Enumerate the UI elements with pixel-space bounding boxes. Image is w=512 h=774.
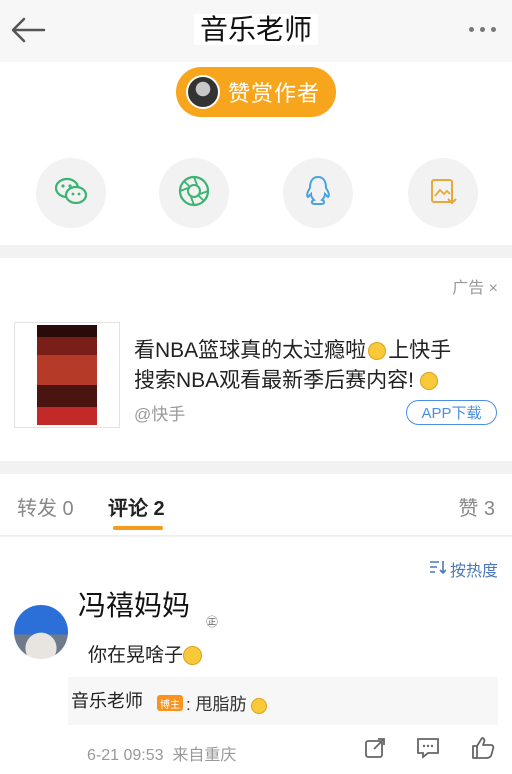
ad-text[interactable]: 看NBA篮球真的太过瘾啦 上快手 搜索NBA观看最新季后赛内容! — [134, 336, 504, 396]
ad-label[interactable]: 广告 × — [452, 274, 498, 298]
tab-likes[interactable]: 赞 3 — [458, 492, 495, 521]
ad-label-text: 广告 — [452, 280, 485, 297]
comment-location: 来自重庆 — [172, 747, 237, 764]
ad-close-icon[interactable]: × — [489, 280, 498, 297]
ad-text-line1-suffix: 上快手 — [388, 339, 452, 362]
ad-thumbnail[interactable] — [14, 322, 120, 428]
grin-emoji-icon — [251, 697, 268, 714]
save-image-icon — [428, 176, 458, 211]
author-badge: 博主 — [157, 695, 183, 711]
ad-text-line1: 看NBA篮球真的太过瘾啦 — [134, 339, 367, 362]
reply-comment-button[interactable] — [413, 735, 443, 765]
qq-icon — [303, 174, 333, 213]
top-bar: 音乐老师 — [0, 0, 512, 62]
reply-text: : 甩脂肪 — [186, 690, 268, 715]
ad-image — [37, 325, 97, 425]
save-image-button[interactable] — [408, 158, 478, 228]
reply-body: : 甩脂肪 — [186, 695, 247, 714]
page-title: 音乐老师 — [0, 8, 512, 48]
app-download-button[interactable]: APP下载 — [406, 400, 497, 425]
qq-share-button[interactable] — [283, 158, 353, 228]
comment-text: 你在晃啥子 — [88, 640, 203, 667]
ad-text-line2: 搜索NBA观看最新季后赛内容! — [134, 369, 415, 392]
comment-time: 6-21 09:53 — [87, 747, 164, 764]
moments-icon — [177, 174, 211, 213]
wechat-share-button[interactable] — [36, 158, 106, 228]
share-out-icon — [364, 737, 386, 764]
tab-comments[interactable]: 评论 2 — [108, 492, 165, 521]
share-icons — [0, 158, 512, 228]
emoji-icon — [419, 372, 438, 391]
ad-source: @快手 — [134, 405, 186, 424]
sort-button[interactable]: 按热度 — [428, 557, 498, 581]
like-comment-button[interactable] — [468, 735, 498, 765]
reward-author-button[interactable]: 赞赏作者 — [176, 67, 336, 117]
ad-card[interactable]: 广告 × 看NBA篮球真的太过瘾啦 上快手 搜索NBA观看最新季后赛内容! @快手… — [0, 258, 512, 461]
wechat-icon — [53, 176, 89, 211]
tab-bar: 转发 0 评论 2 赞 3 — [0, 474, 512, 536]
user-badge: ㊣ — [206, 615, 219, 629]
tab-repost[interactable]: 转发 0 — [17, 492, 74, 521]
author-avatar — [186, 75, 220, 109]
reply-author[interactable]: 音乐老师 — [71, 687, 143, 713]
emoji-icon — [368, 342, 387, 361]
sort-label: 按热度 — [449, 563, 498, 580]
repost-comment-button[interactable] — [360, 735, 390, 765]
comment-icon — [416, 737, 440, 764]
thumbs-up-icon — [471, 736, 495, 765]
moments-share-button[interactable] — [159, 158, 229, 228]
comment-username[interactable]: 冯禧妈妈 — [78, 584, 190, 624]
sort-icon — [428, 559, 447, 580]
avatar[interactable] — [14, 605, 68, 659]
share-panel: 赞赏作者 — [0, 62, 512, 245]
reply-box[interactable]: 音乐老师 博主 : 甩脂肪 — [68, 677, 498, 725]
more-options-icon[interactable] — [464, 16, 500, 42]
reward-label: 赞赏作者 — [228, 81, 321, 106]
laughing-emoji-icon — [183, 646, 203, 666]
comment-body: 你在晃啥子 — [88, 645, 184, 666]
comment-meta: 6-21 09:53 来自重庆 — [87, 741, 236, 765]
comment-list: 按热度 冯禧妈妈 ㊣ 你在晃啥子 音乐老师 博主 : 甩脂肪 6-21 09:5… — [0, 537, 512, 774]
active-tab-indicator — [113, 526, 163, 530]
